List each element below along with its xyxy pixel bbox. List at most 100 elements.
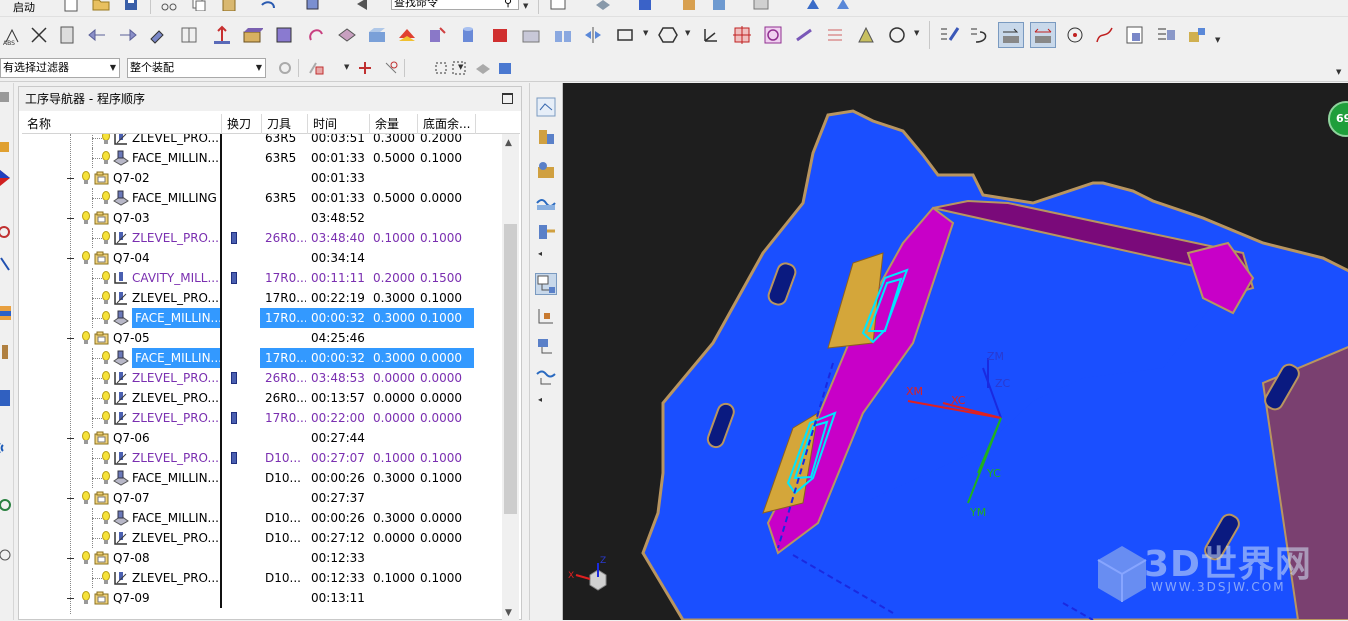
red-box-icon[interactable] (487, 22, 513, 48)
scroll-up-icon[interactable]: ▲ (505, 138, 512, 148)
stock-body-icon[interactable] (364, 22, 390, 48)
section-plane-icon[interactable] (334, 22, 360, 48)
collapse-icon[interactable] (67, 558, 74, 559)
column-header-tool[interactable]: 刀具 (262, 114, 308, 134)
new-file-icon[interactable] (58, 0, 84, 17)
shop-doc-icon[interactable] (54, 22, 80, 48)
partial-browser-icon[interactable] (0, 495, 13, 517)
assembly-scope-select[interactable]: 整个装配 ▼ (127, 58, 266, 78)
create-program-icon[interactable] (535, 96, 557, 118)
rotate-icon[interactable] (303, 22, 329, 48)
partial-flag-icon[interactable] (0, 168, 13, 190)
color-swatch-icon[interactable] (748, 0, 774, 17)
operation-row[interactable]: ZLEVEL_PRO... 26R0... 03:48:40 0.1000 0.1000 (22, 228, 502, 248)
pattern-icon[interactable] (822, 22, 848, 48)
column-header-toolchange[interactable]: 换刀 (222, 114, 262, 134)
grey-block-icon[interactable] (518, 22, 544, 48)
circle-dropdown-icon[interactable]: ▼ (914, 29, 919, 37)
hexagon-dropdown-icon[interactable]: ▼ (685, 29, 690, 37)
cut-icon[interactable] (156, 0, 182, 17)
method-view-icon[interactable] (535, 366, 557, 388)
snap-dropdown-icon[interactable]: ▼ (344, 63, 349, 71)
program-group-row[interactable]: Q7-08 00:12:33 (22, 548, 502, 568)
command-finder-input[interactable]: 查找命令 ⚲ (391, 0, 519, 10)
operation-row[interactable]: ZLEVEL_PRO... 17R0... 00:22:19 0.3000 0.1000 (22, 288, 502, 308)
generate-path-icon[interactable] (936, 22, 962, 48)
column-header-stock[interactable]: 余量 (370, 114, 418, 134)
program-group-row[interactable]: Q7-03 03:48:52 (22, 208, 502, 228)
circle-box-icon[interactable] (760, 22, 786, 48)
partial-history-icon[interactable] (0, 545, 13, 567)
collapse-icon[interactable] (67, 258, 74, 259)
filter-settings-icon[interactable] (272, 55, 298, 81)
program-group-row[interactable]: Q7-04 00:34:14 (22, 248, 502, 268)
view-orient-icon[interactable] (706, 0, 732, 17)
arrow-left-icon[interactable] (85, 22, 111, 48)
create-tool-icon[interactable] (535, 126, 557, 148)
blank-stock-icon[interactable] (239, 22, 265, 48)
operation-row[interactable]: FACE_MILLING 63R5 00:01:33 0.5000 0.0000 (22, 188, 502, 208)
operation-row[interactable]: ZLEVEL_PRO... D10... 00:27:07 0.1000 0.1000 (22, 448, 502, 468)
render-style-icon[interactable] (632, 0, 658, 17)
cylinder-icon[interactable] (455, 22, 481, 48)
select-mode-dropdown-icon[interactable]: ▼ (458, 63, 463, 71)
maximize-icon[interactable] (502, 93, 513, 104)
snap-point-icon[interactable] (303, 55, 329, 81)
point-icon[interactable] (729, 22, 755, 48)
part-navigator-icon[interactable] (300, 0, 326, 17)
wcs-abs-icon[interactable]: ABS (0, 22, 26, 48)
program-group-row[interactable]: Q7-06 00:27:44 (22, 428, 502, 448)
program-group-row[interactable]: Q7-02 00:01:33 (22, 168, 502, 188)
quadrant-snap-icon[interactable] (378, 55, 404, 81)
operation-row[interactable]: FACE_MILLIN... 17R0... 00:00:32 0.3000 0.100… (22, 308, 502, 328)
geometry-view-icon[interactable] (535, 336, 557, 358)
partial-stock-icon[interactable] (0, 303, 13, 325)
partial-toolbar-icon[interactable] (0, 88, 13, 110)
column-header-time[interactable]: 时间 (308, 114, 370, 134)
cone-tool-icon[interactable] (853, 22, 879, 48)
transform-icon[interactable] (146, 22, 172, 48)
command-arrow-icon[interactable] (350, 0, 376, 17)
hexagon-tool-icon[interactable] (655, 22, 681, 48)
program-group-row[interactable]: Q7-05 04:25:46 (22, 328, 502, 348)
verify-path-icon[interactable] (998, 22, 1024, 48)
paste-icon[interactable] (216, 0, 242, 17)
operation-row[interactable]: FACE_MILLIN... 63R5 00:01:33 0.5000 0.1000 (22, 148, 502, 168)
collapse-icon[interactable] (67, 218, 74, 219)
operation-row[interactable]: ZLEVEL_PRO... D10... 00:12:33 0.1000 0.1000 (22, 568, 502, 588)
navigator-scrollbar[interactable]: ▲ ▼ (502, 134, 519, 621)
spline-icon[interactable] (1092, 22, 1118, 48)
collapse-icon[interactable] (67, 438, 74, 439)
program-group-row[interactable]: Q7-09 00:13:11 (22, 588, 502, 608)
partial-target-icon[interactable] (0, 223, 13, 245)
target-point-icon[interactable] (1062, 22, 1088, 48)
csys-icon[interactable] (698, 22, 724, 48)
mirror-icon[interactable] (580, 22, 606, 48)
undo-icon[interactable] (255, 0, 281, 17)
collapse-icon[interactable] (67, 598, 74, 599)
selection-filter-select[interactable]: 有选择过滤器 ▼ (0, 58, 120, 78)
postprocess-icon[interactable] (1122, 22, 1148, 48)
operation-row[interactable]: ZLEVEL_PRO... 17R0... 00:22:00 0.0000 0.0000 (22, 408, 502, 428)
collapse-icon[interactable] (67, 178, 74, 179)
scroll-down-icon[interactable]: ▼ (505, 608, 512, 618)
operation-row[interactable]: FACE_MILLIN... D10... 00:00:26 0.3000 0.0000 (22, 508, 502, 528)
simulate-path-icon[interactable] (1030, 22, 1056, 48)
copy-icon[interactable] (186, 0, 212, 17)
open-folder-icon[interactable] (88, 0, 114, 17)
partial-tool-icon[interactable] (0, 343, 13, 365)
operation-row[interactable]: CAVITY_MILL... 17R0... 00:11:11 0.2000 0.150… (22, 268, 502, 288)
arrow-right-icon[interactable] (114, 22, 140, 48)
operation-row[interactable]: FACE_MILLIN... 17R0... 00:00:32 0.3000 0.000… (22, 348, 502, 368)
partial-csys-icon[interactable] (0, 255, 13, 277)
toolbar-overflow-icon[interactable]: ▼ (1336, 68, 1341, 76)
rectangle-tool-icon[interactable] (612, 22, 638, 48)
create-method-icon[interactable] (535, 191, 557, 213)
partial-box-icon[interactable] (0, 388, 13, 410)
shop-docs-icon[interactable] (1153, 22, 1179, 48)
fit-view-icon[interactable] (800, 0, 826, 17)
geometry-cube-icon[interactable] (271, 22, 297, 48)
program-group-row[interactable]: Q7-07 00:27:37 (22, 488, 502, 508)
machine-tool-view-icon[interactable] (535, 305, 557, 327)
scrollbar-thumb[interactable] (504, 224, 517, 514)
